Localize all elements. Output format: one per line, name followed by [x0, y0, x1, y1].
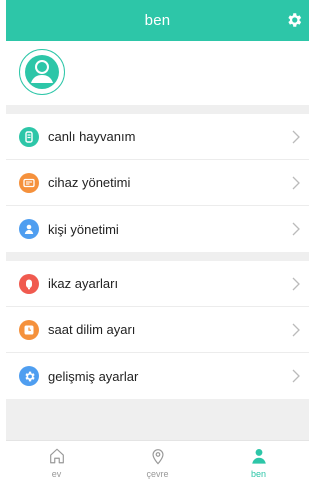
device-card-icon [19, 173, 39, 193]
section-divider [6, 252, 309, 261]
menu-group-settings: ikaz ayarları saat dilim ayarı gelişmiş … [6, 261, 309, 399]
menu-item-label: kişi yönetimi [48, 221, 119, 237]
person-icon [251, 448, 266, 464]
app-header: ben [6, 0, 309, 41]
content-filler [6, 399, 309, 440]
user-avatar-icon [25, 55, 59, 89]
menu-item-alarm-settings[interactable]: ikaz ayarları [6, 261, 309, 307]
person-icon [19, 219, 39, 239]
profile-section [6, 41, 309, 105]
chevron-right-icon [292, 222, 300, 236]
gear-icon [19, 366, 39, 386]
chevron-right-icon [292, 323, 300, 337]
menu-group-device: canlı hayvanım cihaz yönetimi kişi yönet… [6, 114, 309, 252]
tab-label: ben [250, 469, 267, 479]
menu-item-label: canlı hayvanım [48, 129, 136, 144]
tab-me[interactable]: ben [208, 441, 309, 489]
section-divider [6, 105, 309, 114]
clock-icon [19, 320, 39, 340]
menu-item-label: ikaz ayarları [48, 276, 119, 291]
page-title: ben [144, 12, 171, 29]
alarm-bell-icon [19, 274, 39, 294]
menu-item-timezone-settings[interactable]: saat dilim ayarı [6, 307, 309, 353]
chevron-right-icon [292, 369, 300, 383]
menu-item-label: cihaz yönetimi [48, 175, 131, 190]
tab-surroundings[interactable]: çevre [107, 441, 208, 489]
menu-item-pet[interactable]: canlı hayvanım [6, 114, 309, 160]
tab-home[interactable]: ev [6, 441, 107, 489]
home-icon [49, 448, 64, 464]
menu-item-label: saat dilim ayarı [48, 322, 136, 337]
menu-item-advanced-settings[interactable]: gelişmiş ayarlar [6, 353, 309, 399]
avatar[interactable] [19, 49, 65, 95]
tab-label: ev [51, 469, 62, 479]
chevron-right-icon [292, 277, 300, 291]
tab-label: çevre [146, 469, 169, 479]
menu-item-label: gelişmiş ayarlar [48, 368, 139, 384]
menu-item-contact-management[interactable]: kişi yönetimi [6, 206, 309, 252]
location-pin-icon [151, 449, 164, 465]
pet-collar-icon [19, 127, 39, 147]
gear-icon[interactable] [285, 11, 303, 29]
bottom-tab-bar: ev çevre ben [6, 440, 309, 489]
menu-item-device-management[interactable]: cihaz yönetimi [6, 160, 309, 206]
chevron-right-icon [292, 176, 300, 190]
chevron-right-icon [292, 130, 300, 144]
